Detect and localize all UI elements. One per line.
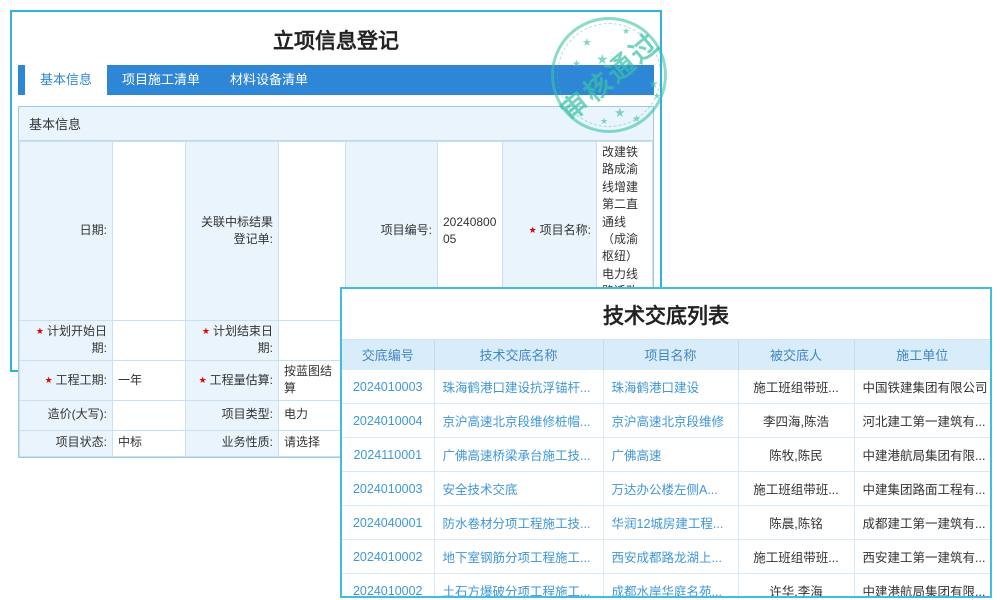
disclosure-id-link[interactable]: 2024010003: [342, 472, 434, 506]
section-header: 基本信息: [19, 107, 653, 141]
construction-unit-cell: 成都建工第一建筑有...: [854, 506, 990, 540]
disclosure-name-link[interactable]: 京沪高速北京段维修桩帽...: [434, 404, 603, 438]
column-header: 技术交底名称: [434, 340, 603, 370]
table-row: 2024010004京沪高速北京段维修桩帽...京沪高速北京段维修李四海,陈浩河…: [342, 404, 990, 438]
form-field-label: 业务性质:: [186, 430, 279, 456]
disclosure-name-link[interactable]: 防水卷材分项工程施工技...: [434, 506, 603, 540]
table-row: 2024040001防水卷材分项工程施工技...华润12城房建工程...陈晨,陈…: [342, 506, 990, 540]
required-asterisk-icon: ★: [199, 375, 207, 385]
form-value-cell[interactable]: 电力: [279, 400, 346, 430]
project-name-link[interactable]: 万达办公楼左侧A...: [603, 472, 738, 506]
project-name-link[interactable]: 广佛高速: [603, 438, 738, 472]
column-header: 施工单位: [854, 340, 990, 370]
construction-unit-cell: 中建集团路面工程有...: [854, 472, 990, 506]
table-row: 2024110001广佛高速桥梁承台施工技...广佛高速陈牧,陈民中建港航局集团…: [342, 438, 990, 472]
disclosure-name-link[interactable]: 安全技术交底: [434, 472, 603, 506]
required-asterisk-icon: ★: [202, 326, 210, 336]
construction-unit-cell: 河北建工第一建筑有...: [854, 404, 990, 438]
required-asterisk-icon: ★: [36, 326, 44, 336]
tab-project-construction-list[interactable]: 项目施工清单: [107, 65, 215, 95]
disclosure-name-link[interactable]: 珠海鹤港口建设抗浮锚杆...: [434, 370, 603, 404]
required-asterisk-icon: ★: [529, 225, 537, 235]
form-input-cell[interactable]: [113, 320, 186, 360]
form-field-label: 造价(大写):: [20, 400, 113, 430]
required-asterisk-icon: ★: [45, 375, 53, 385]
disclosure-id-link[interactable]: 2024010004: [342, 404, 434, 438]
recipients-cell: 陈牧,陈民: [738, 438, 854, 472]
tab-material-equipment-list[interactable]: 材料设备清单: [215, 65, 323, 95]
table-header-row: 交底编号技术交底名称项目名称被交底人施工单位: [342, 340, 990, 370]
project-name-link[interactable]: 华润12城房建工程...: [603, 506, 738, 540]
form-field-label: ★工程量估算:: [186, 360, 279, 400]
recipients-cell: 施工班组带班...: [738, 472, 854, 506]
form-value-cell[interactable]: 中标: [113, 430, 186, 456]
form-value-cell[interactable]: 请选择: [279, 430, 346, 456]
recipients-cell: 施工班组带班...: [738, 370, 854, 404]
disclosure-list-title: 技术交底列表: [342, 300, 990, 330]
form-field-label: ★计划开始日期:: [20, 320, 113, 360]
form-value-cell: [279, 142, 346, 321]
recipients-cell: 许华,李海: [738, 574, 854, 599]
form-field-label: 项目状态:: [20, 430, 113, 456]
tab-bar: 基本信息 项目施工清单 材料设备清单: [18, 65, 654, 95]
project-name-link[interactable]: 成都水岸华庭名苑...: [603, 574, 738, 599]
form-field-label: 日期:: [20, 142, 113, 321]
form-input-cell[interactable]: [279, 320, 346, 360]
project-name-link[interactable]: 京沪高速北京段维修: [603, 404, 738, 438]
table-row: 2024010003安全技术交底万达办公楼左侧A...施工班组带班...中建集团…: [342, 472, 990, 506]
form-value-cell[interactable]: 按蓝图结算: [279, 360, 346, 400]
screen: 立项信息登记 基本信息 项目施工清单 材料设备清单 基本信息 日期: 关联中标结果…: [0, 0, 1000, 600]
construction-unit-cell: 中建港航局集团有限...: [854, 574, 990, 599]
disclosure-id-link[interactable]: 2024010002: [342, 574, 434, 599]
construction-unit-cell: 中建港航局集团有限...: [854, 438, 990, 472]
disclosure-id-link[interactable]: 2024010002: [342, 540, 434, 574]
table-row: 2024010002地下室钢筋分项工程施工...西安成都路龙湖上...施工班组带…: [342, 540, 990, 574]
disclosure-id-link[interactable]: 2024110001: [342, 438, 434, 472]
disclosure-id-link[interactable]: 2024010003: [342, 370, 434, 404]
form-value-cell[interactable]: 一年: [113, 360, 186, 400]
registration-title: 立项信息登记: [12, 25, 660, 55]
tab-basic-info[interactable]: 基本信息: [25, 65, 107, 95]
form-value-cell: [113, 400, 186, 430]
disclosure-id-link[interactable]: 2024040001: [342, 506, 434, 540]
form-input-cell[interactable]: [113, 142, 186, 321]
disclosure-name-link[interactable]: 广佛高速桥梁承台施工技...: [434, 438, 603, 472]
project-name-link[interactable]: 西安成都路龙湖上...: [603, 540, 738, 574]
column-header: 被交底人: [738, 340, 854, 370]
disclosure-list-window: 技术交底列表 交底编号技术交底名称项目名称被交底人施工单位 2024010003…: [340, 287, 992, 598]
disclosure-name-link[interactable]: 地下室钢筋分项工程施工...: [434, 540, 603, 574]
construction-unit-cell: 中国铁建集团有限公司: [854, 370, 990, 404]
disclosure-name-link[interactable]: 土石方爆破分项工程施工...: [434, 574, 603, 599]
recipients-cell: 施工班组带班...: [738, 540, 854, 574]
column-header: 交底编号: [342, 340, 434, 370]
project-name-link[interactable]: 珠海鹤港口建设: [603, 370, 738, 404]
table-row: 2024010002土石方爆破分项工程施工...成都水岸华庭名苑...许华,李海…: [342, 574, 990, 599]
table-row: 2024010003珠海鹤港口建设抗浮锚杆...珠海鹤港口建设施工班组带班...…: [342, 370, 990, 404]
construction-unit-cell: 西安建工第一建筑有...: [854, 540, 990, 574]
form-field-label: 关联中标结果登记单:: [186, 142, 279, 321]
form-field-label: 项目类型:: [186, 400, 279, 430]
form-field-label: ★计划结束日期:: [186, 320, 279, 360]
column-header: 项目名称: [603, 340, 738, 370]
recipients-cell: 李四海,陈浩: [738, 404, 854, 438]
form-field-label: ★工程工期:: [20, 360, 113, 400]
disclosure-table: 交底编号技术交底名称项目名称被交底人施工单位 2024010003珠海鹤港口建设…: [342, 339, 990, 598]
recipients-cell: 陈晨,陈铭: [738, 506, 854, 540]
